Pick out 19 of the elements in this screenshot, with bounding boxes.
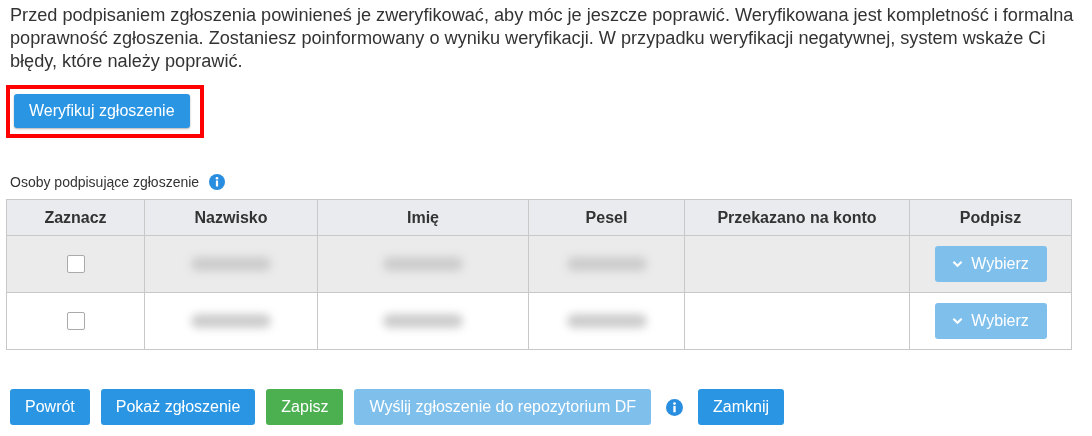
column-header: Podpisz xyxy=(909,200,1071,235)
action-button[interactable]: Pokaż zgłoszenie xyxy=(100,389,256,425)
column-header: Przekazano na konto xyxy=(684,200,909,235)
info-icon[interactable] xyxy=(666,398,684,416)
chevron-icon xyxy=(952,260,964,268)
column-header: Nazwisko xyxy=(144,200,317,235)
column-header: Zaznacz xyxy=(43,207,108,228)
column-header: Imię xyxy=(317,200,528,235)
action-button[interactable]: Zapisz xyxy=(266,389,344,425)
info-icon[interactable] xyxy=(209,174,226,190)
chevron-icon xyxy=(952,317,964,325)
row-checkbox[interactable] xyxy=(66,312,85,330)
row-checkbox[interactable] xyxy=(66,255,85,273)
section-title: Osoby podpisujące zgłoszenie xyxy=(10,174,200,190)
instruction-text: Przed podpisaniem zgłoszenia powinieneś je zweryfikować, aby móc je jeszcze poprawić. Weryfikowana jest kompletność i formalna poprawność zgłoszenia. Zostaniesz poinformowany o wyniku weryfikacji. W przypadku weryfikacji negatywnej, system wskaże Ci błędy, które należy poprawić. xyxy=(10,4,1075,73)
column-header: Pesel xyxy=(528,200,684,235)
action-button[interactable]: Powrót xyxy=(10,389,90,425)
verify-button[interactable]: Weryfikuj zgłoszenie xyxy=(14,94,190,128)
action-button[interactable]: Zamknij xyxy=(698,389,785,425)
